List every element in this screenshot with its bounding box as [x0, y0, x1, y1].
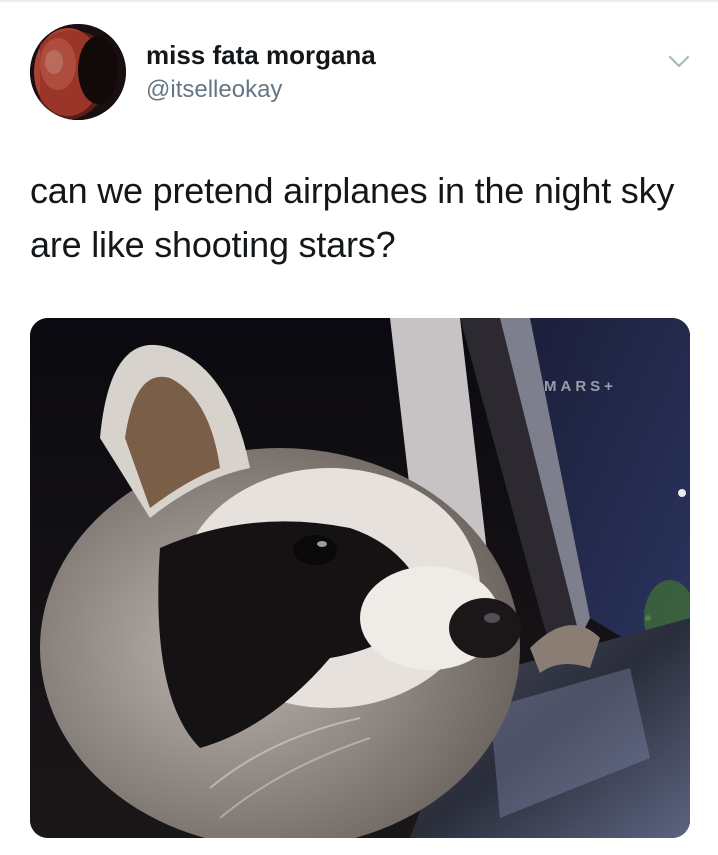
author-display-name[interactable]: miss fata morgana	[146, 40, 376, 71]
tweet-text: can we pretend airplanes in the night sk…	[30, 170, 675, 265]
tweet-media[interactable]: MARS+	[30, 318, 690, 838]
chevron-down-icon[interactable]	[666, 48, 692, 74]
author-handle[interactable]: @itselleokay	[146, 76, 282, 104]
profile-avatar[interactable]	[30, 24, 126, 120]
photo-watermark: MARS+	[544, 378, 617, 395]
raccoon-photo	[30, 318, 690, 838]
tweet-header: miss fata morgana @itselleokay	[30, 24, 700, 124]
avatar-image	[30, 24, 126, 120]
top-divider	[0, 0, 718, 2]
